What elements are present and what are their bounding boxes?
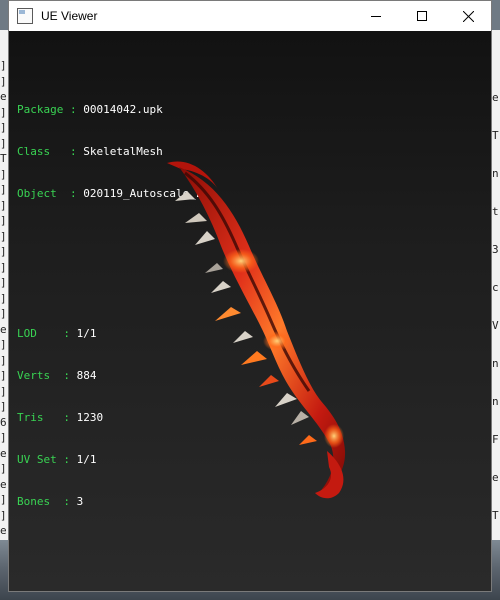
background-console-char: ] <box>0 276 7 289</box>
background-console-char: e <box>0 524 7 537</box>
background-console-char: e <box>0 446 7 460</box>
background-console-char: n <box>492 357 499 370</box>
background-console-char: ] <box>0 229 7 243</box>
minimize-button[interactable] <box>353 1 399 31</box>
background-console-char: n <box>492 395 499 408</box>
background-console-char: ] <box>0 260 7 274</box>
minimize-icon <box>371 16 381 17</box>
background-console-right: e Tn t 3 c Vn n Fe T <box>492 30 500 540</box>
background-console-char: ] <box>0 59 7 72</box>
background-console-char: V <box>492 319 499 332</box>
background-console-char: ] <box>0 462 7 475</box>
background-console-char: ] <box>0 74 7 88</box>
background-console-char: c <box>492 281 499 294</box>
close-button[interactable] <box>445 1 491 31</box>
maximize-button[interactable] <box>399 1 445 31</box>
background-console-char: ] <box>0 167 7 181</box>
background-console-char: T <box>492 509 499 522</box>
background-console-char: ] <box>0 508 7 522</box>
background-console-char: ] <box>0 353 7 367</box>
background-console-char: ] <box>0 493 7 506</box>
background-console-char: 6 <box>0 415 7 429</box>
background-console-char: ] <box>0 431 7 444</box>
background-console-char: e <box>492 91 499 104</box>
maximize-icon <box>417 11 427 21</box>
title-bar[interactable]: UE Viewer <box>9 1 491 31</box>
ue-viewer-window: UE Viewer Package : 00014042.upk Class :… <box>8 0 492 592</box>
skeletal-mesh-render <box>167 161 346 499</box>
background-console-char: e <box>492 471 499 484</box>
background-console-char: ] <box>0 338 7 351</box>
background-console-char: F <box>492 433 499 446</box>
close-icon <box>462 10 474 22</box>
app-window-icon <box>17 8 33 24</box>
background-console-char: ] <box>0 214 7 227</box>
background-console-char: ] <box>0 198 7 212</box>
background-console-char: e <box>0 322 7 336</box>
blade-model <box>167 161 346 499</box>
background-console-char: e <box>0 90 7 103</box>
render-viewport[interactable]: Package : 00014042.upk Class : SkeletalM… <box>9 31 491 591</box>
background-console-char: 3 <box>492 243 499 256</box>
background-console-char: ] <box>0 384 7 398</box>
background-console-char: ] <box>0 121 7 134</box>
background-console-char: T <box>492 129 499 142</box>
background-console-char: ] <box>0 105 7 119</box>
background-console-char: ] <box>0 291 7 305</box>
background-console-char: ] <box>0 183 7 196</box>
background-console-char: ] <box>0 400 7 413</box>
background-console-char: ] <box>0 136 7 150</box>
background-console-char: t <box>492 205 499 218</box>
background-console-char: ] <box>0 369 7 382</box>
window-title: UE Viewer <box>41 9 98 23</box>
background-console-char: ] <box>0 307 7 320</box>
background-console-char: e <box>0 477 7 491</box>
background-console-char: T <box>0 152 7 165</box>
background-console-char: n <box>492 167 499 180</box>
background-console-char: ] <box>0 245 7 258</box>
